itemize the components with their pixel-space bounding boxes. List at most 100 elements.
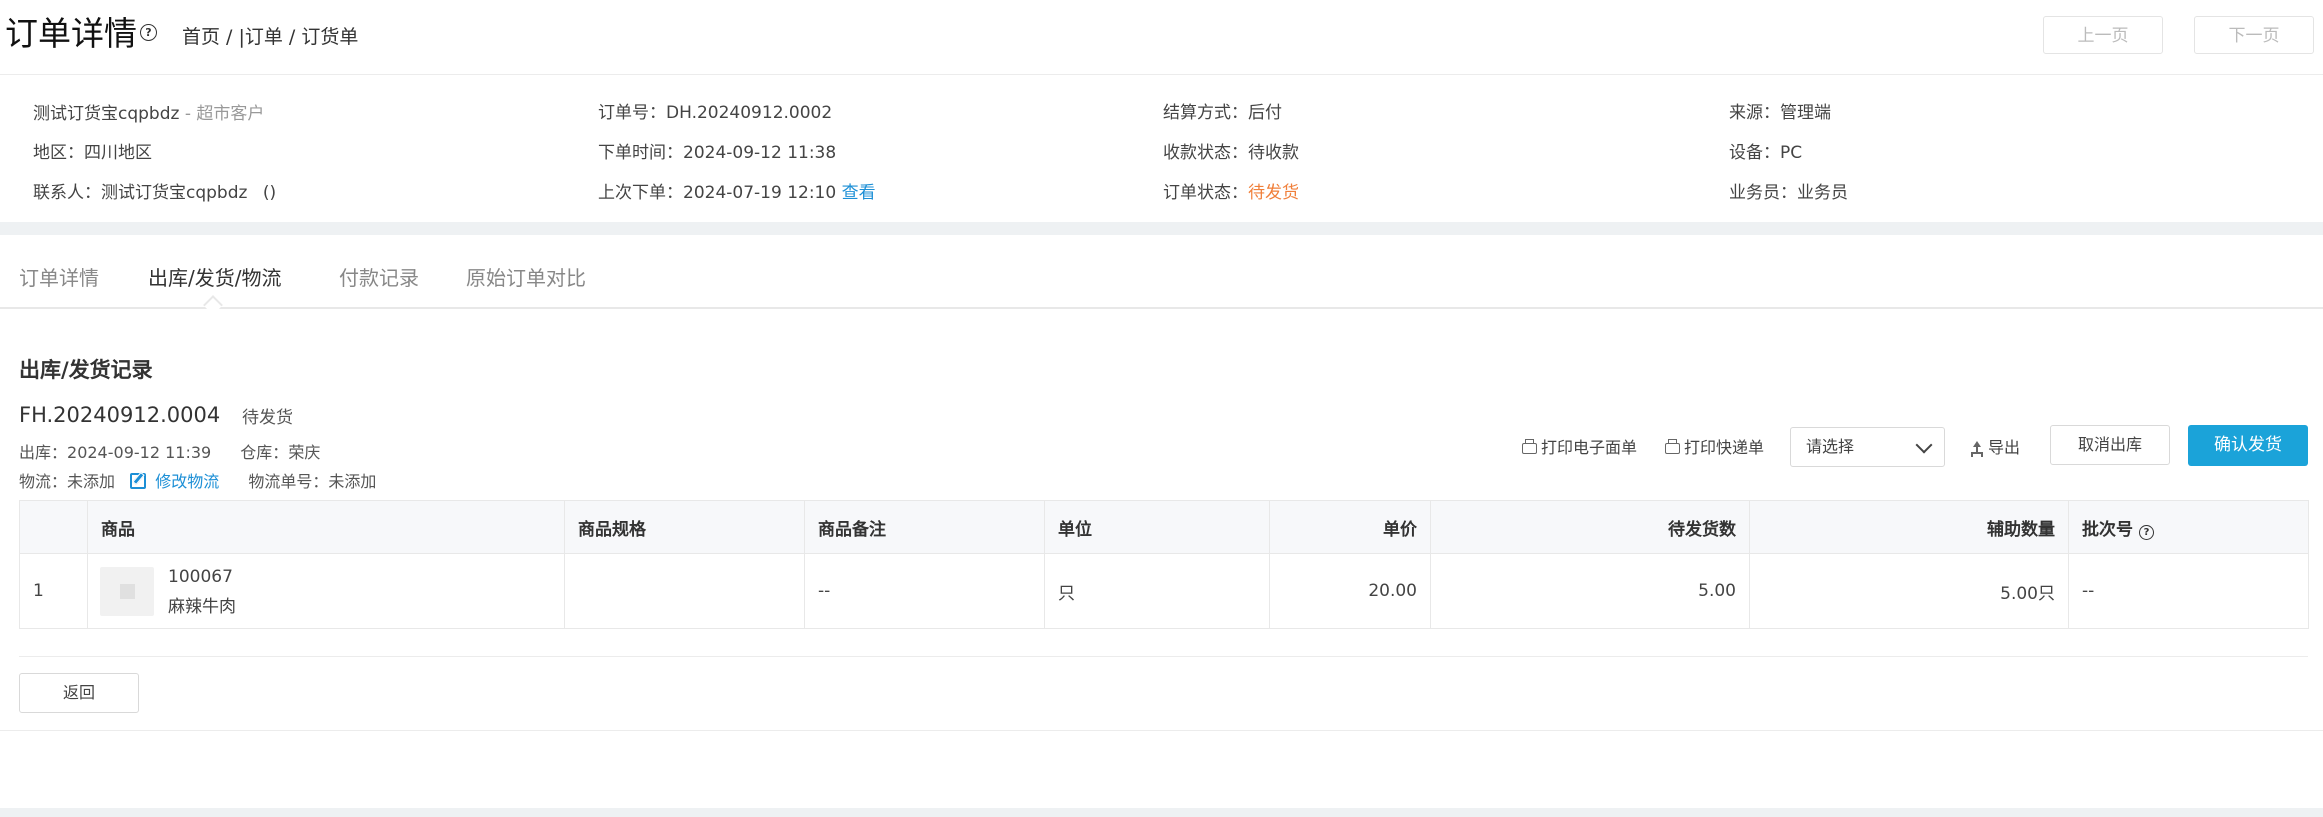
divider [0, 730, 2323, 731]
row-index: 1 [19, 553, 88, 629]
shipment-number: FH.20240912.0004 [19, 403, 221, 427]
outbound-label: 出库： [19, 443, 68, 462]
contact-phone: () [262, 183, 277, 203]
breadcrumb[interactable]: 首页 / |订单 / 订货单 [182, 22, 358, 49]
bottom-band [0, 808, 2323, 817]
outbound-time: 2024-09-12 11:39 [67, 443, 212, 462]
product-unit: 只 [1044, 553, 1270, 629]
outbound-info: 出库：2024-09-12 11:39 仓库：荣庆 [19, 439, 320, 463]
customer-name: 测试订货宝cqpbdz [33, 104, 180, 124]
edit-logistics-label[interactable]: 修改物流 [155, 472, 219, 491]
tab-order-detail[interactable]: 订单详情 [19, 262, 99, 291]
chevron-down-icon [1915, 436, 1933, 454]
product-cell: 100067 麻辣牛肉 [87, 553, 565, 629]
col-index [19, 500, 88, 554]
help-icon[interactable]: ? [140, 24, 157, 41]
table-header-row: 商品 商品规格 商品备注 单位 单价 待发货数 辅助数量 批次号? [19, 500, 2309, 554]
logistics-value: 未添加 [67, 472, 116, 491]
device-value: PC [1780, 143, 1803, 163]
settlement-label: 结算方式： [1163, 103, 1248, 123]
last-order-value: 2024-07-19 12:10 [683, 183, 837, 203]
shipment-items-table: 商品 商品规格 商品备注 单位 单价 待发货数 辅助数量 批次号? 1 1000… [19, 500, 2309, 629]
settlement-value: 后付 [1248, 103, 1282, 123]
product-name: 麻辣牛肉 [168, 597, 236, 617]
prev-page-button[interactable]: 上一页 [2043, 16, 2163, 54]
source-label: 来源： [1729, 103, 1780, 123]
payment-status-row: 收款状态：待收款 [1163, 138, 1299, 163]
page-title: 订单详情 [5, 14, 137, 53]
order-time-label: 下单时间： [598, 143, 683, 163]
col-unit: 单位 [1044, 500, 1270, 554]
printer-icon [1522, 439, 1537, 454]
view-link[interactable]: 查看 [842, 183, 876, 203]
settlement-row: 结算方式：后付 [1163, 98, 1282, 123]
region-label: 地区： [33, 143, 84, 163]
payment-status-value: 待收款 [1248, 143, 1299, 163]
next-page-button[interactable]: 下一页 [2194, 16, 2314, 54]
source-row: 来源：管理端 [1729, 98, 1831, 123]
print-express-button[interactable]: 打印快递单 [1665, 434, 1764, 458]
region-value: 四川地区 [84, 143, 152, 163]
customer-info: 测试订货宝cqpbdz - 超市客户 [33, 99, 264, 124]
tab-payment-records[interactable]: 付款记录 [339, 262, 419, 291]
divider [0, 74, 2323, 75]
confirm-ship-button[interactable]: 确认发货 [2188, 425, 2308, 466]
device-label: 设备： [1729, 143, 1780, 163]
order-no-value: DH.20240912.0002 [666, 103, 833, 123]
source-value: 管理端 [1780, 103, 1831, 123]
divider [19, 656, 2308, 657]
col-pending-qty: 待发货数 [1430, 500, 1750, 554]
back-button[interactable]: 返回 [19, 673, 139, 713]
contact-row: 联系人：测试订货宝cqpbdz () [33, 178, 276, 203]
section-separator [0, 222, 2323, 235]
batch-no: -- [2068, 553, 2309, 629]
logistics-info: 物流：未添加 修改物流 物流单号：未添加 [19, 468, 376, 492]
col-spec: 商品规格 [564, 500, 805, 554]
order-no-label: 订单号： [598, 103, 666, 123]
col-price: 单价 [1269, 500, 1431, 554]
export-button[interactable]: 导出 [1970, 434, 2020, 458]
pending-qty: 5.00 [1430, 553, 1750, 629]
print-electronic-waybill-button[interactable]: 打印电子面单 [1522, 434, 1637, 458]
contact-value: 测试订货宝cqpbdz [101, 183, 248, 203]
tab-shipping-logistics[interactable]: 出库/发货/物流 [148, 262, 281, 291]
product-thumbnail [100, 567, 154, 616]
logistics-label: 物流： [19, 472, 68, 491]
order-status-label: 订单状态： [1163, 183, 1248, 203]
last-order-label: 上次下单： [598, 183, 683, 203]
last-order-row: 上次下单：2024-07-19 12:10 查看 [598, 178, 876, 203]
salesman-value: 业务员 [1797, 183, 1848, 203]
shipment-status: 待发货 [242, 408, 293, 428]
aux-qty: 5.00只 [1749, 553, 2069, 629]
salesman-row: 业务员：业务员 [1729, 178, 1848, 203]
cancel-outbound-button[interactable]: 取消出库 [2050, 425, 2170, 465]
order-no-row: 订单号：DH.20240912.0002 [598, 98, 832, 123]
col-product: 商品 [87, 500, 565, 554]
tabs-divider [0, 307, 2323, 309]
table-row: 1 100067 麻辣牛肉 -- 只 20.00 5.00 5.00只 -- [19, 553, 2309, 629]
template-select[interactable]: 请选择 [1790, 427, 1945, 467]
edit-icon [130, 473, 147, 489]
contact-label: 联系人： [33, 183, 101, 203]
edit-logistics-link[interactable]: 修改物流 [130, 472, 224, 491]
printer-icon [1665, 439, 1680, 454]
warehouse-label: 仓库： [240, 443, 289, 462]
warehouse-value: 荣庆 [288, 443, 321, 462]
customer-type: - 超市客户 [184, 104, 265, 124]
help-icon[interactable]: ? [2139, 524, 2154, 540]
col-remark: 商品备注 [804, 500, 1045, 554]
export-icon [1970, 441, 1984, 455]
tracking-label: 物流单号： [248, 472, 329, 491]
salesman-label: 业务员： [1729, 183, 1797, 203]
payment-status-label: 收款状态： [1163, 143, 1248, 163]
order-time-row: 下单时间：2024-09-12 11:38 [598, 138, 836, 163]
device-row: 设备：PC [1729, 138, 1802, 163]
section-title: 出库/发货记录 [19, 358, 153, 382]
region-row: 地区：四川地区 [33, 138, 152, 163]
col-batch: 批次号? [2068, 500, 2309, 554]
product-remark: -- [804, 553, 1045, 629]
order-time-value: 2024-09-12 11:38 [683, 143, 837, 163]
order-status-row: 订单状态：待发货 [1163, 178, 1299, 203]
tab-original-order-compare[interactable]: 原始订单对比 [466, 262, 586, 291]
tracking-value: 未添加 [328, 472, 377, 491]
